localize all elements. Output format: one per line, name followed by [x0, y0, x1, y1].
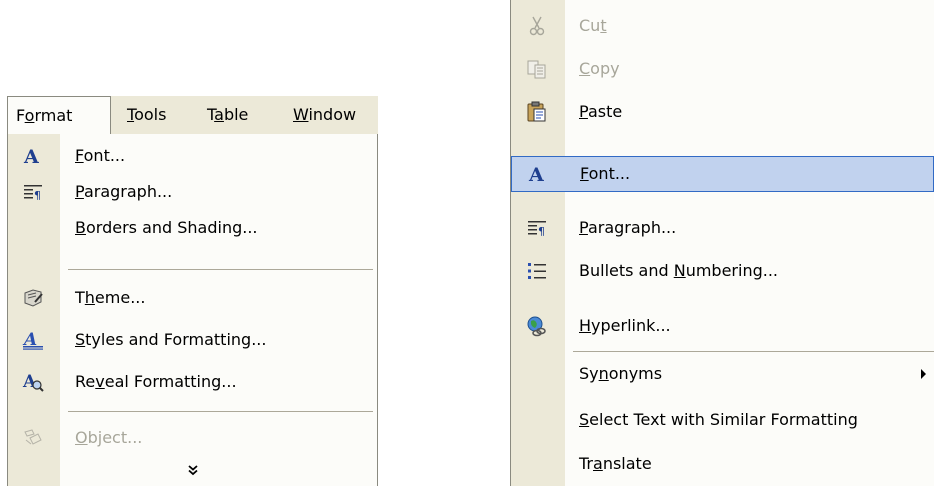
svg-text:A: A: [528, 164, 544, 184]
menu-separator: [68, 411, 373, 412]
menu-item-object[interactable]: Object...: [8, 420, 377, 456]
menu-separator: [68, 269, 373, 270]
menubar-item-table[interactable]: Table: [199, 96, 256, 134]
menu-item-bullets-and-numbering[interactable]: Bullets and Numbering...: [511, 253, 934, 289]
bullets-icon: [524, 259, 550, 283]
svg-text:¶: ¶: [34, 189, 41, 201]
menu-item-font[interactable]: A Font...: [8, 138, 377, 174]
expand-menu-button[interactable]: [8, 454, 377, 484]
styles-icon: A: [20, 328, 46, 352]
svg-text:¶: ¶: [538, 225, 545, 237]
reveal-formatting-icon: A: [20, 370, 46, 394]
menu-item-paragraph[interactable]: ¶ Paragraph...: [511, 210, 934, 246]
menu-item-synonyms[interactable]: Synonyms: [511, 356, 934, 392]
paragraph-icon: ¶: [524, 216, 550, 240]
double-chevron-down-icon: [187, 460, 199, 478]
menu-item-reveal-formatting[interactable]: A Reveal Formatting...: [8, 364, 377, 400]
font-icon: A: [20, 144, 46, 168]
menu-item-theme[interactable]: Theme...: [8, 280, 377, 316]
menubar-item-tools[interactable]: Tools: [119, 96, 174, 134]
clipboard-icon: [524, 100, 550, 124]
menu-item-paragraph[interactable]: ¶ Paragraph...: [8, 174, 377, 210]
menu-item-styles-and-formatting[interactable]: A Styles and Formatting...: [8, 322, 377, 358]
menu-item-borders-and-shading[interactable]: Borders and Shading...: [8, 210, 377, 246]
menubar-item-window[interactable]: Window: [285, 96, 364, 134]
menu-item-copy[interactable]: Copy: [511, 51, 934, 87]
paragraph-icon: ¶: [20, 180, 46, 204]
menu-item-hyperlink[interactable]: Hyperlink...: [511, 308, 934, 344]
context-menu: Cut Copy Paste A Font... ¶ Paragraph... …: [510, 0, 934, 486]
menu-item-translate[interactable]: Translate: [511, 446, 934, 482]
svg-text:A: A: [23, 146, 39, 166]
menu-separator: [573, 351, 934, 352]
menu-item-cut[interactable]: Cut: [511, 8, 934, 44]
hyperlink-globe-icon: [524, 314, 550, 338]
menu-item-font-highlighted[interactable]: A Font...: [511, 156, 934, 192]
object-icon: [20, 426, 46, 450]
submenu-arrow-icon: [921, 369, 926, 379]
menu-bar: Format Tools Table Window: [7, 96, 378, 134]
font-icon: A: [525, 162, 551, 186]
copy-icon: [524, 57, 550, 81]
menu-item-paste[interactable]: Paste: [511, 94, 934, 130]
menubar-item-format[interactable]: Format: [7, 96, 111, 134]
format-menu: A Font... ¶ Paragraph... Borders and Sha…: [7, 134, 378, 486]
theme-icon: [20, 286, 46, 310]
menu-item-select-text-with-similar-formatting[interactable]: Select Text with Similar Formatting: [511, 402, 934, 438]
scissors-icon: [524, 14, 550, 38]
